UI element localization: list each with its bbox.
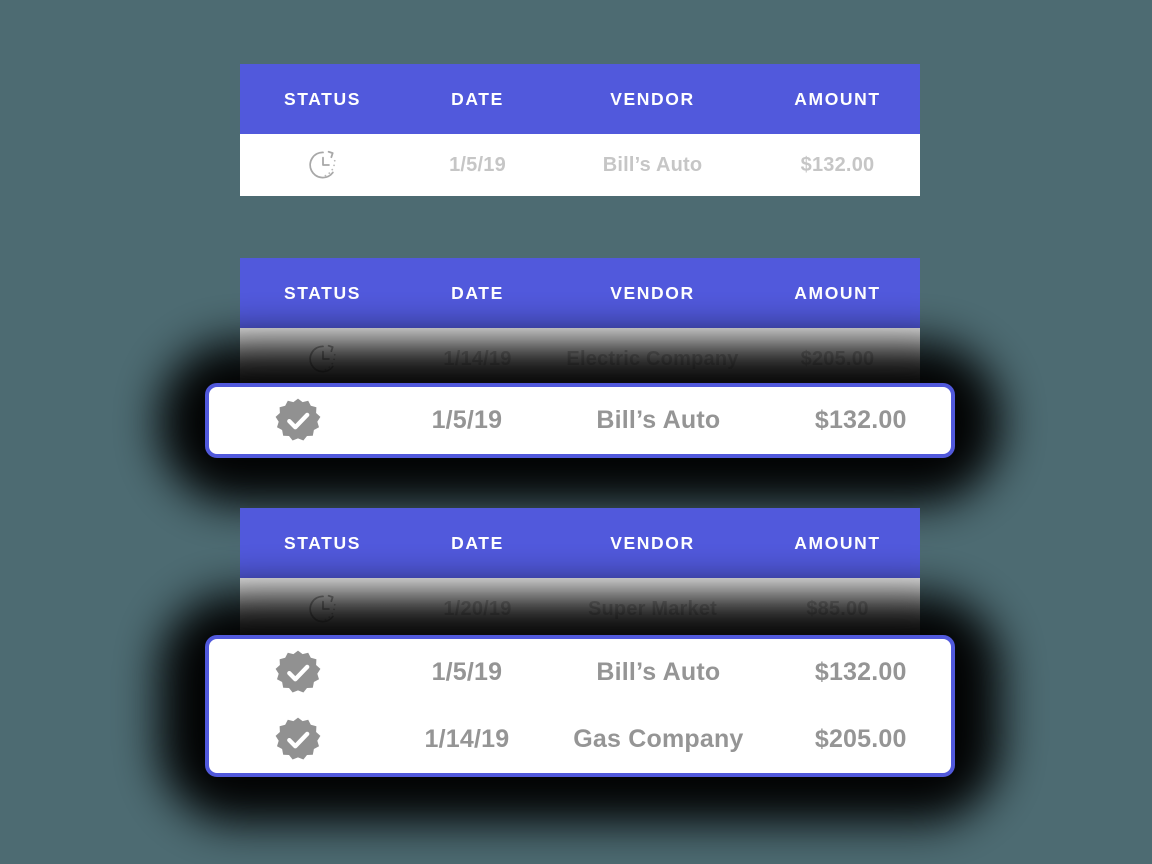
amount-cell: $132.00 (800, 153, 875, 176)
vendor-cell: Bill’s Auto (596, 406, 721, 434)
table-row[interactable]: 1/14/19 Gas Company $205.00 (209, 706, 951, 773)
table-header-row-2: STATUS DATE VENDOR AMOUNT (240, 258, 920, 328)
amount-cell: $132.00 (814, 406, 907, 434)
column-header-status[interactable]: STATUS (240, 89, 405, 110)
status-cell (209, 397, 388, 445)
column-header-status[interactable]: STATUS (240, 283, 405, 304)
status-cell (209, 649, 388, 697)
column-header-date[interactable]: DATE (405, 283, 550, 304)
table-row[interactable]: 1/5/19 Bill’s Auto $132.00 (240, 134, 920, 196)
table-header-row-1: STATUS DATE VENDOR AMOUNT (240, 64, 920, 134)
transaction-tables-stage: STATUS DATE VENDOR AMOUNT 1/5/19 Bill’s … (0, 0, 1152, 864)
amount-cell: $205.00 (814, 725, 907, 753)
column-header-date[interactable]: DATE (405, 533, 550, 554)
vendor-cell: Bill’s Auto (602, 153, 703, 176)
date-cell: 1/14/19 (424, 725, 510, 753)
status-cell (240, 148, 405, 182)
table-row[interactable]: 1/5/19 Bill’s Auto $132.00 (209, 639, 951, 706)
verified-badge-check-icon (274, 397, 322, 445)
date-cell: 1/5/19 (431, 658, 503, 686)
table-row[interactable]: 1/5/19 Bill’s Auto $132.00 (209, 387, 951, 454)
column-header-vendor[interactable]: VENDOR (550, 89, 755, 110)
verified-badge-check-icon (274, 649, 322, 697)
highlighted-transactions-card-3: 1/5/19 Bill’s Auto $132.00 1/14/19 Gas C… (159, 593, 1001, 823)
table-header-row-3: STATUS DATE VENDOR AMOUNT (240, 508, 920, 578)
column-header-amount[interactable]: AMOUNT (755, 89, 920, 110)
column-header-vendor[interactable]: VENDOR (550, 533, 755, 554)
clock-pending-icon (306, 148, 340, 182)
column-header-status[interactable]: STATUS (240, 533, 405, 554)
column-header-amount[interactable]: AMOUNT (755, 533, 920, 554)
column-header-amount[interactable]: AMOUNT (755, 283, 920, 304)
vendor-cell: Bill’s Auto (596, 658, 721, 686)
status-cell (209, 716, 388, 764)
date-cell: 1/5/19 (431, 406, 503, 434)
date-cell: 1/5/19 (449, 153, 506, 176)
completed-transactions-card[interactable]: 1/5/19 Bill’s Auto $132.00 (205, 383, 955, 458)
column-header-vendor[interactable]: VENDOR (550, 283, 755, 304)
verified-badge-check-icon (274, 716, 322, 764)
vendor-cell: Gas Company (573, 725, 744, 753)
column-header-date[interactable]: DATE (405, 89, 550, 110)
transaction-table-1: STATUS DATE VENDOR AMOUNT 1/5/19 Bill’s … (240, 64, 920, 196)
amount-cell: $132.00 (814, 658, 907, 686)
completed-transactions-card[interactable]: 1/5/19 Bill’s Auto $132.00 1/14/19 Gas C… (205, 635, 955, 777)
highlighted-transactions-card-2: 1/5/19 Bill’s Auto $132.00 (159, 341, 1001, 504)
